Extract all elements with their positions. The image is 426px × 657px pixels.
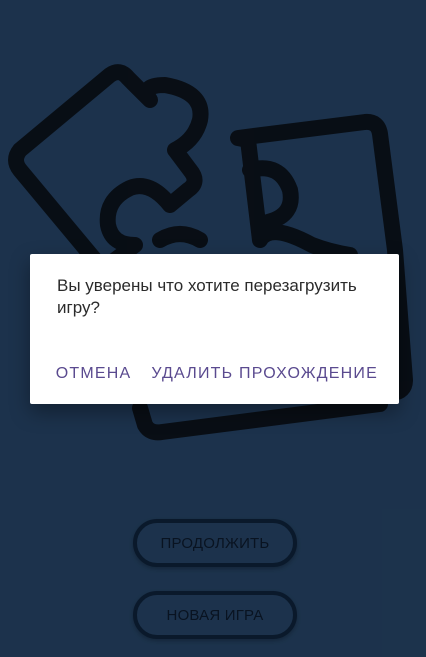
app-screen: ПРОДОЛЖИТЬ НОВАЯ ИГРА Вы уверены что хот… — [0, 0, 426, 657]
dialog-actions: ОТМЕНА УДАЛИТЬ ПРОХОЖДЕНИЕ — [56, 365, 378, 383]
delete-progress-button[interactable]: УДАЛИТЬ ПРОХОЖДЕНИЕ — [151, 365, 378, 383]
confirm-dialog: Вы уверены что хотите перезагрузить игру… — [30, 254, 399, 404]
cancel-button[interactable]: ОТМЕНА — [56, 365, 132, 383]
dialog-message: Вы уверены что хотите перезагрузить игру… — [57, 276, 357, 317]
